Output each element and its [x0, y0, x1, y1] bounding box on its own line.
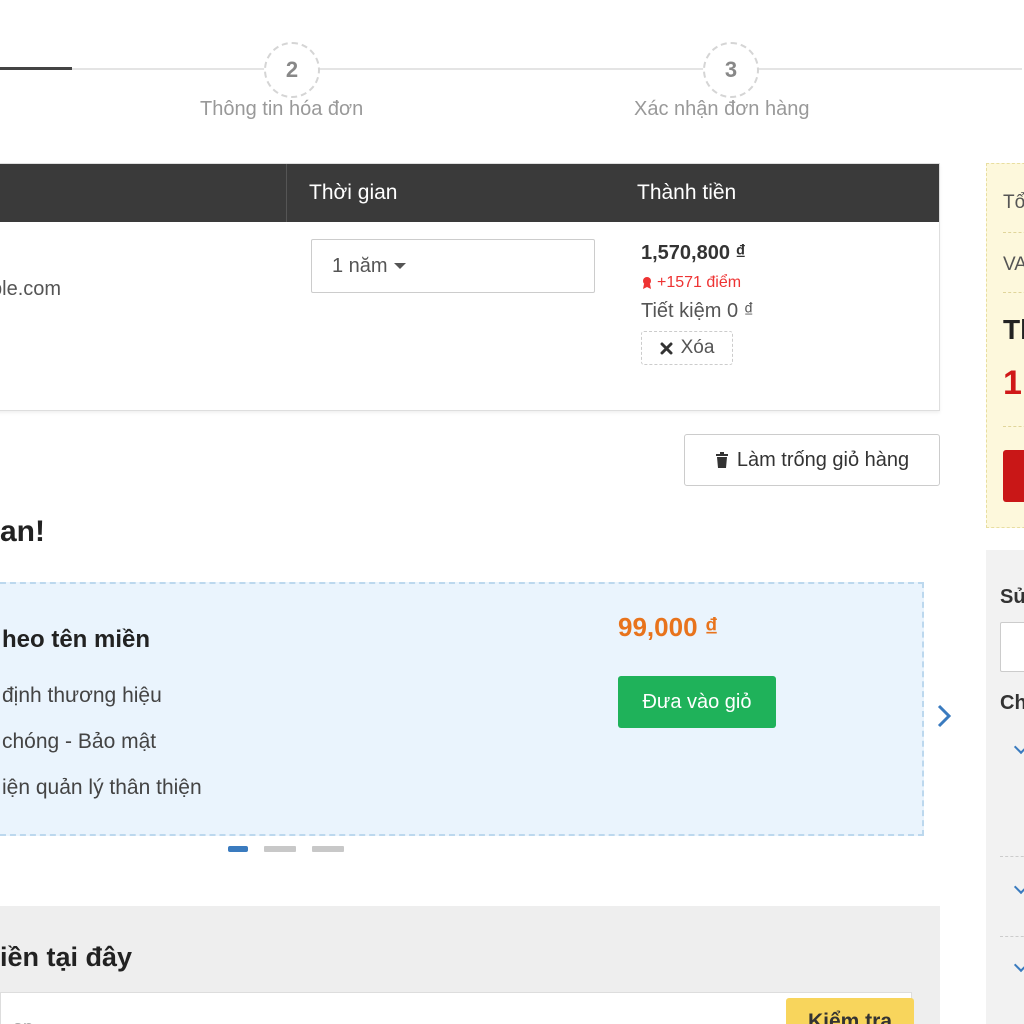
- chevron-down-icon[interactable]: [1013, 739, 1024, 755]
- trash-icon: [715, 452, 728, 468]
- award-icon: [643, 277, 651, 289]
- summary-subtotal-label: Tổ: [1003, 192, 1024, 213]
- empty-cart-button[interactable]: Làm trống giỏ hàng: [684, 434, 940, 486]
- order-summary: Tổ VA Th 1: [986, 163, 1024, 528]
- carousel-dots: [228, 846, 344, 852]
- cart-table: Thời gian Thành tiền ple.com 1 năm 1,570…: [0, 163, 940, 411]
- add-to-cart-button[interactable]: Đưa vào giỏ: [618, 676, 776, 728]
- empty-cart-label: Làm trống giỏ hàng: [736, 448, 910, 471]
- summary-divider: [1003, 232, 1024, 233]
- cart-item-points: +1571 điểm: [641, 274, 741, 292]
- cart-item-saving: Tiết kiệm 0 ₫: [641, 300, 754, 322]
- promo-heading: an!: [0, 515, 45, 548]
- promo-price: 99,000 ₫: [618, 612, 719, 642]
- side-divider: [1000, 936, 1024, 937]
- chevron-down-icon[interactable]: [1013, 879, 1024, 895]
- promo-feature: chóng - Bảo mật: [2, 730, 157, 753]
- close-icon: [660, 342, 673, 354]
- summary-vat-label: VA: [1003, 254, 1024, 275]
- cart-item-domain: ple.com: [0, 278, 62, 300]
- side-divider: [1000, 856, 1024, 857]
- step-3-label: Xác nhận đơn hàng: [634, 98, 810, 120]
- promo-feature: iện quản lý thân thiện: [2, 776, 202, 799]
- side-input[interactable]: [1000, 622, 1024, 672]
- step-2-label: Thông tin hóa đơn: [200, 98, 364, 120]
- side-label: Ch: [1000, 692, 1024, 714]
- carousel-dot[interactable]: [264, 846, 296, 852]
- header-divider: [286, 164, 287, 222]
- step-progress-track: [72, 68, 1022, 70]
- carousel-dot[interactable]: [228, 846, 248, 852]
- summary-divider: [1003, 292, 1024, 293]
- remove-item-button[interactable]: Xóa: [641, 331, 733, 365]
- step-progress-done: [0, 67, 72, 70]
- domain-search-input[interactable]: an: [0, 992, 912, 1024]
- points-text: +1571 điểm: [657, 274, 742, 291]
- domain-search-title: iền tại đây: [0, 942, 133, 972]
- step-2-circle: 2: [264, 42, 320, 98]
- cart-table-header: Thời gian Thành tiền: [0, 164, 939, 222]
- step-3-circle: 3: [703, 42, 759, 98]
- cart-item-price: 1,570,800 ₫: [641, 242, 746, 264]
- summary-divider: [1003, 426, 1024, 427]
- header-total: Thành tiền: [637, 181, 737, 204]
- check-domain-button[interactable]: Kiểm tra: [786, 998, 914, 1024]
- checkout-stepper: 2 Thông tin hóa đơn 3 Xác nhận đơn hàng: [0, 0, 1024, 140]
- period-select-value: 1 năm: [332, 254, 388, 277]
- carousel-dot[interactable]: [312, 846, 344, 852]
- promo-feature: định thương hiệu: [2, 684, 162, 707]
- checkout-button[interactable]: [1003, 450, 1024, 502]
- chevron-right-icon[interactable]: [934, 700, 954, 732]
- caret-down-icon: [393, 263, 406, 269]
- promo-card: heo tên miền định thương hiệu chóng - Bả…: [0, 582, 924, 836]
- period-select[interactable]: 1 năm: [311, 239, 595, 293]
- summary-total-value: 1: [1003, 364, 1022, 402]
- remove-item-label: Xóa: [680, 337, 715, 358]
- side-panel: Sử Ch: [986, 550, 1024, 1024]
- header-period: Thời gian: [309, 181, 398, 204]
- summary-total-title: Th: [1003, 314, 1024, 345]
- side-label: Sử: [1000, 586, 1024, 608]
- chevron-down-icon[interactable]: [1013, 957, 1024, 973]
- domain-search-panel: iền tại đây an Kiểm tra: [0, 906, 940, 1024]
- promo-title: heo tên miền: [2, 626, 151, 653]
